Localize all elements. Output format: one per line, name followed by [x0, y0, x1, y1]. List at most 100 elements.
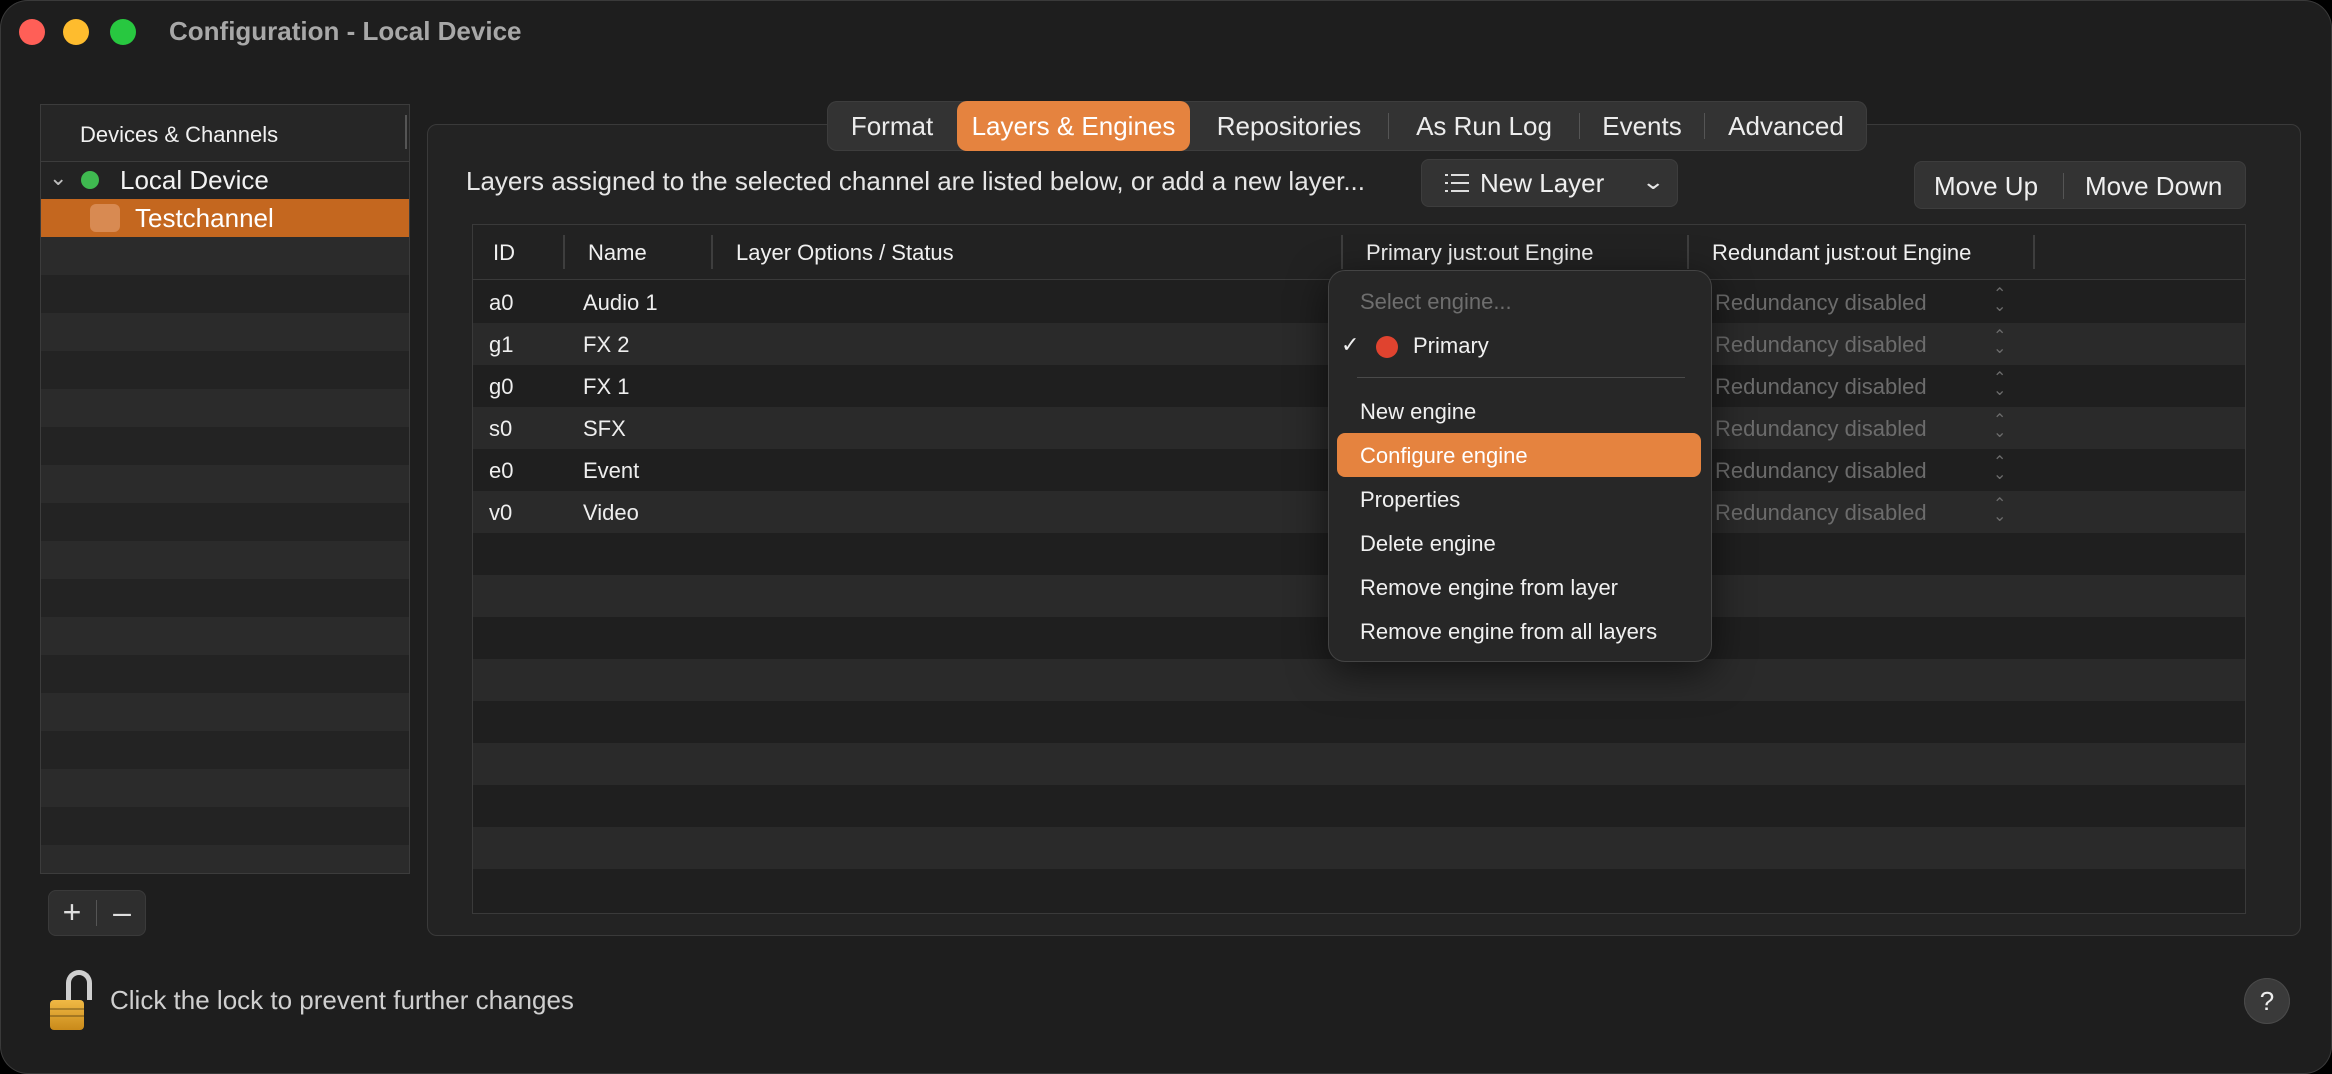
- empty-row: [41, 237, 409, 275]
- layer-id: e0: [489, 458, 514, 483]
- configuration-window: Configuration - Local Device Devices & C…: [0, 0, 2332, 1074]
- layer-name: Audio 1: [583, 290, 658, 315]
- empty-row: [41, 465, 409, 503]
- empty-row: [473, 701, 2245, 743]
- layer-id: g0: [489, 374, 514, 399]
- menu-item-configure-engine[interactable]: Configure engine: [1337, 433, 1701, 477]
- layer-name: Video: [583, 500, 639, 525]
- layer-id: s0: [489, 416, 513, 441]
- checkmark-icon: ✓: [1341, 332, 1360, 357]
- menu-item-label: Remove engine from layer: [1360, 575, 1619, 600]
- chevron-up-down-icon: ⌃ ⌄: [1993, 370, 2007, 399]
- device-label: Local Device: [120, 165, 269, 195]
- redundant-engine-select[interactable]: Redundancy disabled: [1715, 290, 1927, 316]
- unlocked-lock-icon[interactable]: [50, 970, 96, 1032]
- tab-bar: Format Layers & Engines Repositories As …: [827, 101, 1867, 151]
- redundant-engine-select[interactable]: Redundancy disabled: [1715, 458, 1927, 484]
- menu-separator: [1357, 377, 1685, 378]
- empty-row: [41, 389, 409, 427]
- menu-item-label: Primary: [1413, 333, 1489, 358]
- column-divider[interactable]: [1687, 235, 1689, 269]
- add-button[interactable]: +: [48, 890, 96, 936]
- divider: [96, 900, 97, 926]
- menu-item-new-engine[interactable]: New engine: [1337, 389, 1701, 433]
- menu-item-primary[interactable]: ✓ Primary: [1337, 323, 1701, 367]
- empty-row: [473, 785, 2245, 827]
- empty-row: [41, 845, 409, 873]
- menu-item-label: Remove engine from all layers: [1360, 619, 1658, 644]
- tree-item-local-device[interactable]: ⌄ Local Device: [41, 161, 409, 199]
- menu-item-remove-engine-from-all-layers[interactable]: Remove engine from all layers: [1337, 609, 1701, 653]
- empty-row: [41, 541, 409, 579]
- column-divider[interactable]: [563, 235, 565, 269]
- divider: [2063, 173, 2064, 199]
- tab-repositories[interactable]: Repositories: [1190, 101, 1388, 151]
- redundant-engine-select[interactable]: Redundancy disabled: [1715, 500, 1927, 526]
- add-remove-control: + –: [48, 890, 146, 936]
- column-header-redundant-engine[interactable]: Redundant just:out Engine: [1712, 240, 1971, 266]
- new-layer-button[interactable]: New Layer ⌄: [1421, 159, 1678, 207]
- move-buttons: Move Up Move Down: [1914, 161, 2246, 209]
- move-down-button[interactable]: Move Down: [2085, 171, 2222, 202]
- lock-instruction-text: Click the lock to prevent further change…: [110, 985, 574, 1015]
- layer-name: FX 1: [583, 374, 630, 399]
- column-header-primary-engine[interactable]: Primary just:out Engine: [1366, 240, 1593, 266]
- layer-name: Event: [583, 458, 640, 483]
- menu-item-remove-engine-from-layer[interactable]: Remove engine from layer: [1337, 565, 1701, 609]
- title-bar: Configuration - Local Device: [0, 0, 2332, 64]
- column-divider[interactable]: [2033, 235, 2035, 269]
- layer-name: FX 2: [583, 332, 630, 357]
- move-up-button[interactable]: Move Up: [1934, 171, 2038, 202]
- chevron-down-icon[interactable]: ⌄: [49, 165, 67, 191]
- device-status-icon: [81, 171, 99, 189]
- column-header-name[interactable]: Name: [588, 240, 647, 266]
- channel-icon: [90, 204, 120, 232]
- column-header-layer-options[interactable]: Layer Options / Status: [736, 240, 954, 266]
- column-header-id[interactable]: ID: [493, 240, 515, 266]
- menu-item-label: Properties: [1360, 487, 1461, 512]
- layer-id: v0: [489, 500, 513, 525]
- redundant-engine-select[interactable]: Redundancy disabled: [1715, 416, 1927, 442]
- devices-channels-sidebar: Devices & Channels ⌄ Local Device Testch…: [40, 104, 410, 874]
- menu-item-select-engine: Select engine...: [1337, 279, 1701, 323]
- sidebar-header-label: Devices & Channels: [80, 122, 279, 147]
- zoom-window-button[interactable]: [110, 19, 136, 45]
- empty-row: [41, 313, 409, 351]
- menu-item-delete-engine[interactable]: Delete engine: [1337, 521, 1701, 565]
- empty-row: [41, 769, 409, 807]
- close-window-button[interactable]: [19, 19, 45, 45]
- new-layer-label: New Layer: [1480, 168, 1605, 198]
- chevron-up-down-icon: ⌃ ⌄: [1993, 328, 2007, 357]
- redundant-engine-select[interactable]: Redundancy disabled: [1715, 374, 1927, 400]
- chevron-up-down-icon: ⌃ ⌄: [1993, 286, 2007, 315]
- layer-id: a0: [489, 290, 514, 315]
- empty-row: [473, 869, 2245, 911]
- chevron-down-icon[interactable]: ⌄: [1641, 169, 1665, 195]
- tab-as-run-log[interactable]: As Run Log: [1389, 101, 1579, 151]
- layer-name: SFX: [583, 416, 626, 441]
- minimize-window-button[interactable]: [63, 19, 89, 45]
- column-divider[interactable]: [711, 235, 713, 269]
- tab-format[interactable]: Format: [827, 101, 957, 151]
- help-button[interactable]: ?: [2244, 978, 2290, 1024]
- redundant-engine-select[interactable]: Redundancy disabled: [1715, 332, 1927, 358]
- column-divider[interactable]: [405, 115, 407, 149]
- list-icon: [1445, 173, 1469, 193]
- channel-label: Testchannel: [135, 203, 274, 233]
- chevron-up-down-icon: ⌃ ⌄: [1993, 412, 2007, 441]
- menu-item-label: New engine: [1360, 399, 1477, 424]
- menu-item-properties[interactable]: Properties: [1337, 477, 1701, 521]
- tab-layers-engines[interactable]: Layers & Engines: [957, 101, 1190, 151]
- empty-row: [41, 617, 409, 655]
- chevron-up-down-icon: ⌃ ⌄: [1993, 496, 2007, 525]
- tab-events[interactable]: Events: [1580, 101, 1704, 151]
- engine-context-menu: Select engine... ✓ Primary New engine Co…: [1329, 271, 1711, 661]
- chevron-up-down-icon: ⌃ ⌄: [1993, 454, 2007, 483]
- column-divider[interactable]: [1341, 235, 1343, 269]
- menu-item-label: Select engine...: [1360, 289, 1512, 314]
- tree-item-testchannel[interactable]: Testchannel: [41, 199, 409, 237]
- layer-id: g1: [489, 332, 514, 357]
- engine-status-icon: [1376, 336, 1398, 358]
- remove-button[interactable]: –: [98, 890, 146, 936]
- tab-advanced[interactable]: Advanced: [1705, 101, 1867, 151]
